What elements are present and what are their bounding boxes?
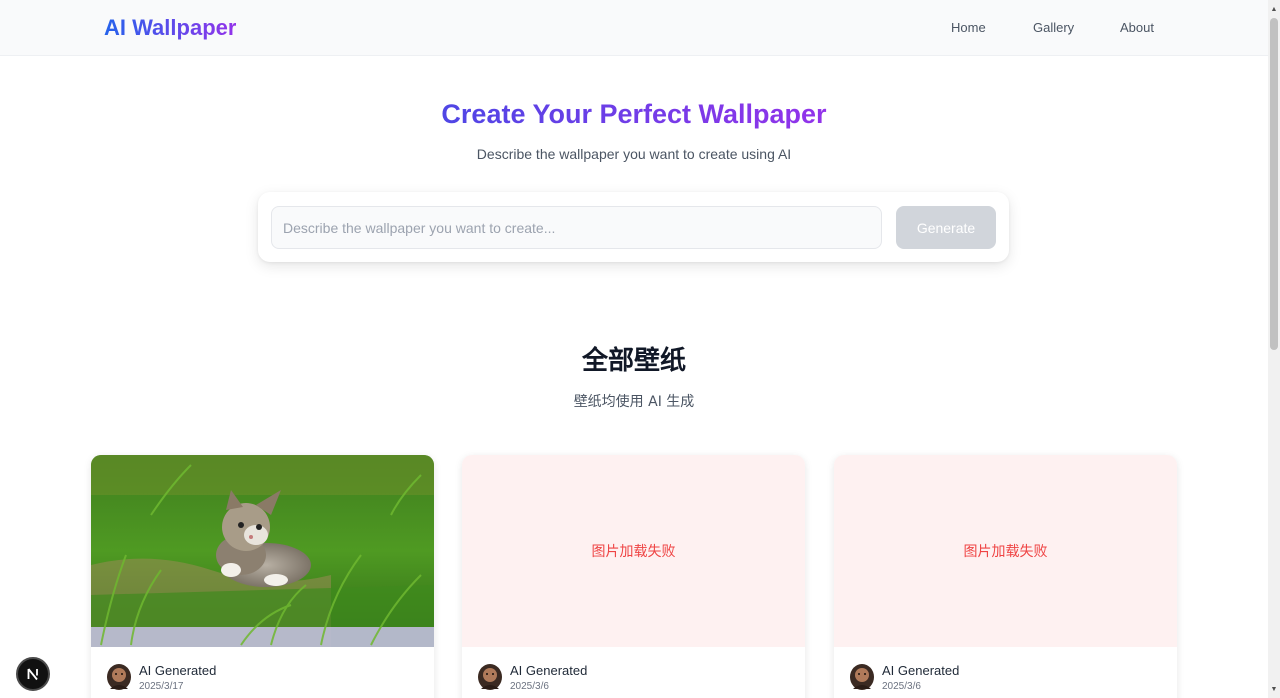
card-date: 2025/3/17	[139, 681, 184, 692]
avatar-icon	[107, 664, 131, 690]
generate-button[interactable]: Generate	[896, 206, 996, 249]
wallpaper-card[interactable]: AI Generated 2025/3/17	[91, 455, 434, 698]
site-header: AI Wallpaper Home Gallery About	[0, 0, 1268, 56]
nav-about-link[interactable]: About	[1120, 19, 1154, 37]
card-meta: AI Generated 2025/3/6	[462, 647, 805, 698]
gallery-subtitle: 壁纸均使用 AI 生成	[573, 394, 695, 410]
gallery-title: 全部壁纸	[581, 346, 686, 376]
card-author: AI Generated	[510, 663, 588, 678]
hero-subtitle: Describe the wallpaper you want to creat…	[476, 146, 792, 162]
image-load-error: 图片加载失败	[462, 455, 805, 647]
prompt-input[interactable]	[271, 206, 882, 249]
card-meta: AI Generated 2025/3/6	[834, 647, 1177, 698]
hero-title-text: Create Your Perfect Wallpaper	[441, 99, 827, 129]
nav-gallery-link[interactable]: Gallery	[1033, 19, 1074, 37]
avatar-icon	[478, 664, 502, 690]
scrollbar-thumb[interactable]	[1270, 18, 1278, 350]
wallpaper-card[interactable]: 图片加载失败 AI Generated 2025/3/6	[834, 455, 1177, 698]
page: AI Wallpaper Home Gallery About Create Y…	[0, 0, 1268, 698]
wallpaper-card[interactable]: 图片加载失败 AI Generated 2025/3/6	[462, 455, 805, 698]
scroll-up-arrow-icon[interactable]: ▲	[1268, 2, 1280, 16]
card-date: 2025/3/6	[510, 681, 549, 692]
prompt-card: Generate	[258, 192, 1009, 262]
card-author: AI Generated	[139, 663, 217, 678]
card-date: 2025/3/6	[882, 681, 921, 692]
next-logo-glyph	[27, 668, 38, 681]
vertical-scrollbar[interactable]: ▲ ▼	[1268, 0, 1280, 698]
image-load-error: 图片加载失败	[834, 455, 1177, 647]
next-js-icon[interactable]	[16, 657, 50, 691]
site-logo[interactable]: AI Wallpaper	[104, 14, 236, 42]
nav-home-link[interactable]: Home	[951, 19, 986, 37]
scroll-down-arrow-icon[interactable]: ▼	[1268, 682, 1280, 696]
card-meta: AI Generated 2025/3/17	[91, 647, 434, 698]
wallpaper-image-kitten[interactable]	[91, 455, 434, 647]
kitten-in-grass-image	[91, 455, 434, 647]
card-author: AI Generated	[882, 663, 960, 678]
hero-title: Create Your Perfect Wallpaper	[0, 96, 1268, 132]
avatar-icon	[850, 664, 874, 690]
